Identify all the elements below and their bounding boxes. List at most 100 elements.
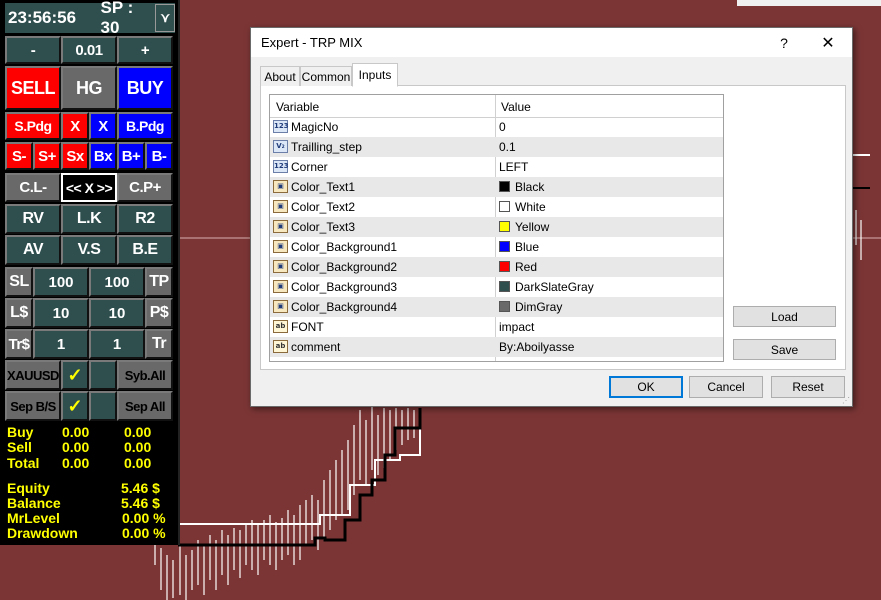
ok-button[interactable]: OK — [609, 376, 683, 398]
input-variable-name: Corner — [291, 160, 328, 174]
lot-size-value[interactable]: 0.01 — [61, 36, 117, 64]
rv-button[interactable]: RV — [5, 204, 61, 234]
cancel-button[interactable]: Cancel — [689, 376, 763, 398]
tp-label-button[interactable]: TP — [145, 267, 173, 297]
r2-button[interactable]: R2 — [117, 204, 173, 234]
close-buy-button[interactable]: X — [89, 112, 117, 140]
drawdown-value: 0.00 % — [122, 525, 166, 541]
variable-column-header[interactable]: Variable — [276, 100, 319, 114]
sell-button[interactable]: SELL — [5, 66, 61, 110]
tab-common[interactable]: Common — [300, 66, 352, 86]
close-icon[interactable]: ✕ — [813, 32, 843, 54]
input-row[interactable]: ▣ Color_Text1 Black — [270, 177, 723, 197]
buy-button[interactable]: BUY — [117, 66, 173, 110]
equity-value: 5.46 $ — [121, 480, 160, 496]
input-value[interactable]: DarkSlateGray — [515, 280, 594, 294]
av-button[interactable]: AV — [5, 235, 61, 265]
input-row[interactable]: ab FONT impact — [270, 317, 723, 337]
trail-money-label-button[interactable]: Tr$ — [5, 329, 33, 359]
sell-pending-button[interactable]: S.Pdg — [5, 112, 61, 140]
save-button[interactable]: Save — [733, 339, 836, 360]
input-row[interactable]: ▣ Color_Background4 DimGray — [270, 297, 723, 317]
separate-bs-button[interactable]: Sep B/S — [5, 391, 61, 421]
input-row[interactable]: ▣ Color_Background3 DarkSlateGray — [270, 277, 723, 297]
input-value[interactable]: Yellow — [515, 220, 549, 234]
input-row[interactable]: ▣ Color_Text3 Yellow — [270, 217, 723, 237]
sell-plus-button[interactable]: S+ — [33, 142, 61, 170]
tp-value-field[interactable]: 100 — [89, 267, 145, 297]
sell-minus-button[interactable]: S- — [5, 142, 33, 170]
input-variable-name: Color_Background1 — [291, 240, 398, 254]
input-value[interactable]: Red — [515, 260, 537, 274]
inputs-grid: Variable Value 123 MagicNo 0 V₂ Trailling_st… — [269, 94, 724, 362]
color-type-icon: ▣ — [273, 220, 288, 233]
input-row[interactable]: ▣ Color_Background2 Red — [270, 257, 723, 277]
close-profit-button[interactable]: C.P+ — [117, 173, 173, 202]
input-value[interactable]: Blue — [515, 240, 539, 254]
load-button[interactable]: Load — [733, 306, 836, 327]
input-row[interactable]: ab comment By:Aboilyasse — [270, 337, 723, 357]
separate-checkbox[interactable]: ✓ — [61, 391, 89, 421]
color-swatch — [499, 181, 510, 192]
profit-money-field[interactable]: 10 — [89, 298, 145, 328]
collapse-icon[interactable]: ⋎ — [155, 4, 175, 32]
buy-pending-button[interactable]: B.Pdg — [117, 112, 173, 140]
separate-all-button[interactable]: Sep All — [117, 391, 173, 421]
margin-level-label: MrLevel — [7, 510, 60, 526]
input-row[interactable]: V₂ Trailling_step 0.1 — [270, 137, 723, 157]
value-column-header[interactable]: Value — [501, 100, 531, 114]
input-row[interactable]: 123 Corner LEFT — [270, 157, 723, 177]
input-value[interactable]: By:Aboilyasse — [499, 340, 574, 354]
lk-button[interactable]: L.K — [61, 204, 117, 234]
input-row[interactable]: 123 MagicNo 0 — [270, 117, 723, 137]
input-value[interactable]: 0 — [499, 120, 506, 134]
sl-value-field[interactable]: 100 — [33, 267, 89, 297]
trail-label-button[interactable]: Tr — [145, 329, 173, 359]
symbol-checkbox[interactable]: ✓ — [61, 360, 89, 390]
trail-money-field[interactable]: 1 — [33, 329, 89, 359]
be-button[interactable]: B.E — [117, 235, 173, 265]
loss-money-field[interactable]: 10 — [33, 298, 89, 328]
drawdown-label: Drawdown — [7, 525, 78, 541]
input-value[interactable]: Black — [515, 180, 544, 194]
trail-step-field[interactable]: 1 — [89, 329, 145, 359]
lot-increase-button[interactable]: + — [117, 36, 173, 64]
lot-decrease-button[interactable]: - — [5, 36, 61, 64]
input-value[interactable]: White — [515, 200, 546, 214]
symbol-all-button[interactable]: Syb.All — [117, 360, 173, 390]
symbol-spacer — [89, 360, 117, 390]
close-all-button[interactable]: << X >> — [61, 173, 117, 202]
sell-x-button[interactable]: Sx — [61, 142, 89, 170]
close-sell-button[interactable]: X — [61, 112, 89, 140]
trade-panel: 23:56:56 SP : 30 ⋎ - 0.01 + SELL HG BUY … — [0, 0, 180, 545]
sl-label-button[interactable]: SL — [5, 267, 33, 297]
input-value[interactable]: DimGray — [515, 300, 562, 314]
loss-money-label-button[interactable]: L$ — [5, 298, 33, 328]
input-row[interactable]: ▣ Color_Text2 White — [270, 197, 723, 217]
input-row[interactable]: ▣ Color_Background1 Blue — [270, 237, 723, 257]
resize-grip-icon[interactable]: ⋰ — [842, 396, 850, 405]
tab-inputs[interactable]: Inputs — [352, 63, 398, 87]
color-type-icon: ▣ — [273, 300, 288, 313]
buy-plus-button[interactable]: B+ — [117, 142, 145, 170]
input-variable-name: Color_Text1 — [291, 180, 356, 194]
spread-display: SP : 30 — [100, 0, 134, 37]
help-button[interactable]: ? — [769, 32, 799, 54]
input-value[interactable]: 0.1 — [499, 140, 516, 154]
clock-bar: 23:56:56 SP : 30 ⋎ — [5, 0, 175, 37]
input-value[interactable]: LEFT — [499, 160, 528, 174]
expert-dialog: Expert - TRP MIX ? ✕ About Common Inputs… — [250, 27, 853, 407]
symbol-button[interactable]: XAUUSD — [5, 360, 61, 390]
reset-button[interactable]: Reset — [771, 376, 845, 398]
profit-money-label-button[interactable]: P$ — [145, 298, 173, 328]
hedge-button[interactable]: HG — [61, 66, 117, 110]
input-value[interactable]: impact — [499, 320, 534, 334]
color-type-icon: ▣ — [273, 260, 288, 273]
tab-about[interactable]: About — [260, 66, 300, 86]
buy-minus-button[interactable]: B- — [145, 142, 173, 170]
dialog-titlebar[interactable]: Expert - TRP MIX ? ✕ — [251, 28, 852, 57]
input-variable-name: Color_Background2 — [291, 260, 398, 274]
close-loss-button[interactable]: C.L- — [5, 173, 61, 202]
vs-button[interactable]: V.S — [61, 235, 117, 265]
buy-x-button[interactable]: Bx — [89, 142, 117, 170]
